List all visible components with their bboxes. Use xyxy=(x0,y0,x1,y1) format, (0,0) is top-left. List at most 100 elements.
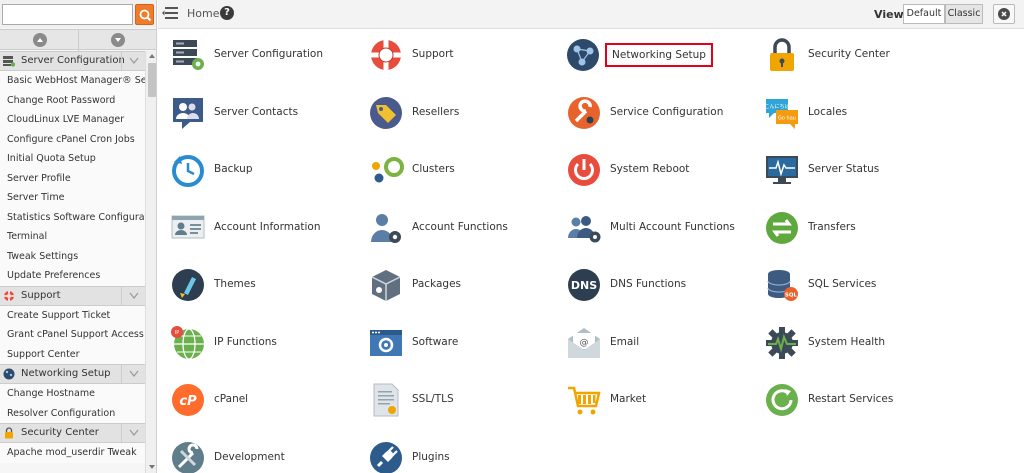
category-toggle[interactable] xyxy=(121,424,145,442)
search-input[interactable] xyxy=(2,4,133,25)
tile-dns-functions[interactable]: DNS DNS Functions xyxy=(566,267,756,303)
sidebar-item[interactable]: Resolver Configuration xyxy=(0,403,145,423)
user-gear-icon xyxy=(371,213,401,243)
sidebar-item[interactable]: Change Hostname xyxy=(0,384,145,404)
tile-label: Networking Setup xyxy=(605,43,713,67)
tile-label: Email xyxy=(610,335,640,348)
speech-bubble-icon: こんにちは Go hau xyxy=(764,98,798,129)
sidebar-item[interactable]: Initial Quota Setup xyxy=(0,149,145,169)
search-button[interactable] xyxy=(135,4,154,25)
tile-transfers[interactable]: Transfers xyxy=(764,210,954,246)
tile-account-information[interactable]: Account Information xyxy=(170,210,360,246)
tile-software[interactable]: Software xyxy=(368,325,558,361)
sidebar-item[interactable]: Server Time xyxy=(0,188,145,208)
tile-development[interactable]: Development xyxy=(170,440,360,473)
sidebar-item[interactable]: Basic WebHost Manager® Setup xyxy=(0,71,145,91)
tile-system-health[interactable]: System Health xyxy=(764,325,954,361)
tile-system-reboot[interactable]: System Reboot xyxy=(566,152,756,188)
tile-label: Server Contacts xyxy=(214,105,299,118)
sidebar-scrollbar[interactable] xyxy=(145,51,156,473)
tile-label: SSL/TLS xyxy=(412,393,454,405)
category-toggle[interactable] xyxy=(121,286,145,305)
tile-resellers[interactable]: Resellers xyxy=(368,95,558,131)
sidebar-item[interactable]: Terminal xyxy=(0,227,145,247)
sidebar-item[interactable]: Update Preferences xyxy=(0,266,145,286)
tile-label: System Reboot xyxy=(610,163,690,175)
tile-networking-setup[interactable]: Networking Setup xyxy=(566,37,756,73)
database-icon: SQL xyxy=(767,270,798,301)
sidebar-collapse-row xyxy=(0,29,156,51)
tile-market[interactable]: Market xyxy=(566,382,756,418)
tile-service-configuration[interactable]: Service Configuration xyxy=(566,95,756,131)
globe-icon: IP xyxy=(171,325,204,360)
tile-label: Backup xyxy=(214,163,253,175)
svg-text:@: @ xyxy=(580,338,589,348)
tile-label: Account Functions xyxy=(412,220,508,233)
sidebar-item[interactable]: Server Profile xyxy=(0,168,145,188)
tile-sql-services[interactable]: SQL SQL Services xyxy=(764,267,954,303)
sidebar-search-row xyxy=(0,0,156,28)
sidebar-item[interactable]: Apache mod_userdir Tweak xyxy=(0,443,145,463)
scrollbar-thumb[interactable] xyxy=(148,63,156,97)
tile-label: Resellers xyxy=(412,105,460,118)
sidebar-item[interactable]: Change Root Password xyxy=(0,90,145,110)
sidebar-item[interactable]: Tweak Settings xyxy=(0,246,145,266)
breadcrumb[interactable]: Home xyxy=(187,7,219,20)
tile-clusters[interactable]: Clusters xyxy=(368,152,558,188)
scroll-up-arrow[interactable] xyxy=(149,54,155,58)
package-icon xyxy=(371,270,401,301)
tile-themes[interactable]: Themes xyxy=(170,267,360,303)
tile-account-functions[interactable]: Account Functions xyxy=(368,210,558,246)
tile-email[interactable]: @ Email xyxy=(566,325,756,361)
sidebar-item[interactable]: Create Support Ticket xyxy=(0,305,145,325)
category-toggle[interactable] xyxy=(121,52,145,70)
tile-server-contacts[interactable]: Server Contacts xyxy=(170,95,360,131)
sidebar-item[interactable]: Statistics Software Configuration xyxy=(0,207,145,227)
chevron-up-icon xyxy=(37,38,43,42)
help-icon[interactable]: ? xyxy=(220,6,234,20)
tile-label: Packages xyxy=(412,278,461,290)
tile-locales[interactable]: こんにちは Go hau Locales xyxy=(764,95,954,131)
scroll-down-arrow[interactable] xyxy=(149,465,155,469)
close-button[interactable] xyxy=(993,4,1015,24)
tile-label: Plugins xyxy=(412,450,450,463)
sidebar-category-security-center[interactable]: Security Center xyxy=(0,423,145,443)
tile-server-configuration[interactable]: Server Configuration xyxy=(170,37,360,73)
tile-server-status[interactable]: Server Status xyxy=(764,152,954,188)
category-toggle[interactable] xyxy=(121,365,145,383)
tile-backup[interactable]: Backup xyxy=(170,152,360,188)
sidebar-category-server-configuration[interactable]: Server Configuration xyxy=(0,51,145,71)
sidebar-item[interactable]: Configure cPanel Cron Jobs xyxy=(0,129,145,149)
tile-security-center[interactable]: Security Center xyxy=(764,37,954,73)
tile-label: DNS Functions xyxy=(610,278,687,290)
server-icon xyxy=(173,40,204,70)
tile-plugins[interactable]: Plugins xyxy=(368,440,558,473)
sidebar-category-support[interactable]: Support xyxy=(0,285,145,306)
tile-cpanel[interactable]: cP cPanel xyxy=(170,382,360,418)
tile-ssl-tls[interactable]: SSL/TLS xyxy=(368,382,558,418)
menu-toggle-icon[interactable] xyxy=(162,6,178,20)
view-classic-button[interactable]: Classic xyxy=(945,4,983,24)
tile-label: Account Information xyxy=(214,220,321,233)
tile-label: Support xyxy=(412,48,454,60)
sidebar-item[interactable]: Grant cPanel Support Access xyxy=(0,325,145,345)
tile-ip-functions[interactable]: IP IP Functions xyxy=(170,325,360,361)
collapse-all-button[interactable] xyxy=(33,33,47,47)
sidebar-item[interactable]: CloudLinux LVE Manager xyxy=(0,110,145,130)
sidebar-category-networking-setup[interactable]: Networking Setup xyxy=(0,364,145,384)
tile-packages[interactable]: Packages xyxy=(368,267,558,303)
lifebuoy-icon xyxy=(4,290,14,301)
wrench-icon xyxy=(568,96,600,129)
tile-multi-account-functions[interactable]: Multi Account Functions xyxy=(566,210,756,246)
cart-icon xyxy=(568,386,601,415)
tile-restart-services[interactable]: Restart Services xyxy=(764,382,954,418)
expand-all-button[interactable] xyxy=(111,33,125,47)
sidebar-item[interactable]: Support Center xyxy=(0,344,145,364)
tile-support[interactable]: Support xyxy=(368,37,558,73)
clock-icon xyxy=(172,155,204,187)
svg-text:IP: IP xyxy=(175,330,180,336)
chevron-down-icon xyxy=(129,292,139,299)
tile-label: SQL Services xyxy=(808,278,877,290)
view-default-button[interactable]: Default xyxy=(903,4,945,24)
sidebar-category-label: Server Configuration xyxy=(21,55,125,66)
